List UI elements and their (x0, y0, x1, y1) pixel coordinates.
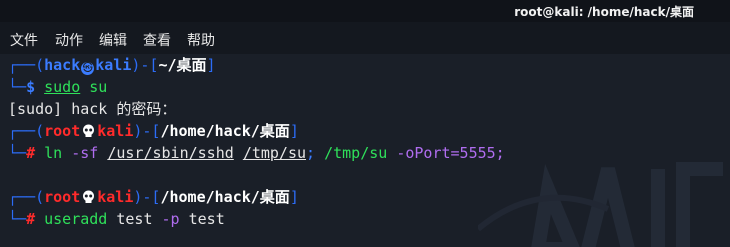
command: ln (44, 144, 63, 162)
command-separator: ; (306, 144, 316, 162)
title-bar: root@kali: /home/hack/桌面 (0, 0, 730, 22)
prompt-path: /home/hack/桌面 (160, 188, 290, 206)
command: useradd (44, 210, 108, 228)
menu-view[interactable]: 查看 (143, 30, 171, 50)
command: sudo (44, 78, 81, 96)
command-line-2: └─# ln -sf /usr/sbin/sshd /tmp/su; /tmp/… (8, 144, 505, 162)
terminal-output[interactable]: ┌──(hack ㉿ kali)-[~/桌面] └─$ sudo su [sudo]… (0, 54, 730, 247)
command-flag: -p (161, 210, 180, 228)
prompt-host: kali (97, 188, 134, 206)
prompt-user: hack (44, 56, 81, 74)
prompt-symbol: # (26, 210, 36, 228)
command-arg: test (116, 210, 153, 228)
prompt-path: /home/hack/桌面 (160, 122, 290, 140)
command-run: /tmp/su (324, 144, 388, 162)
prompt-path: ~/桌面 (158, 56, 207, 74)
menu-edit[interactable]: 编辑 (99, 30, 127, 50)
prompt-host: kali (95, 56, 132, 74)
prompt-user: root (44, 122, 81, 140)
prompt-header-3: ┌──(root kali)-[/home/hack/桌面] (8, 188, 299, 206)
prompt-user: root (44, 188, 81, 206)
prompt-symbol: $ (26, 78, 36, 96)
kali-dragon-icon: ㉿ (81, 62, 95, 75)
prompt-header-2: ┌──(root kali)-[/home/hack/桌面] (8, 122, 299, 140)
kali-watermark-icon (478, 162, 723, 247)
command-arg: su (89, 78, 108, 96)
prompt-host: kali (97, 122, 134, 140)
prompt-header-1: ┌──(hack ㉿ kali)-[~/桌面] (8, 56, 216, 75)
command-arg: test (188, 210, 225, 228)
command-flag: -sf (71, 144, 99, 162)
window-title: root@kali: /home/hack/桌面 (514, 5, 694, 19)
skull-icon (83, 190, 95, 203)
menu-bar: 文件 动作 编辑 查看 帮助 (0, 22, 730, 54)
skull-icon (83, 124, 95, 137)
command-line-1: └─$ sudo su (8, 78, 108, 96)
command-line-3: └─# useradd test -p test (8, 210, 225, 228)
prompt-symbol: # (26, 144, 36, 162)
command-src: /usr/sbin/sshd (107, 144, 234, 162)
menu-actions[interactable]: 动作 (55, 30, 83, 50)
sudo-password-prompt: [sudo] hack 的密码： (8, 100, 177, 118)
command-run-option: -oPort=5555; (396, 144, 505, 162)
command-dst: /tmp/su (242, 144, 307, 162)
menu-file[interactable]: 文件 (10, 30, 38, 50)
menu-help[interactable]: 帮助 (187, 30, 215, 50)
